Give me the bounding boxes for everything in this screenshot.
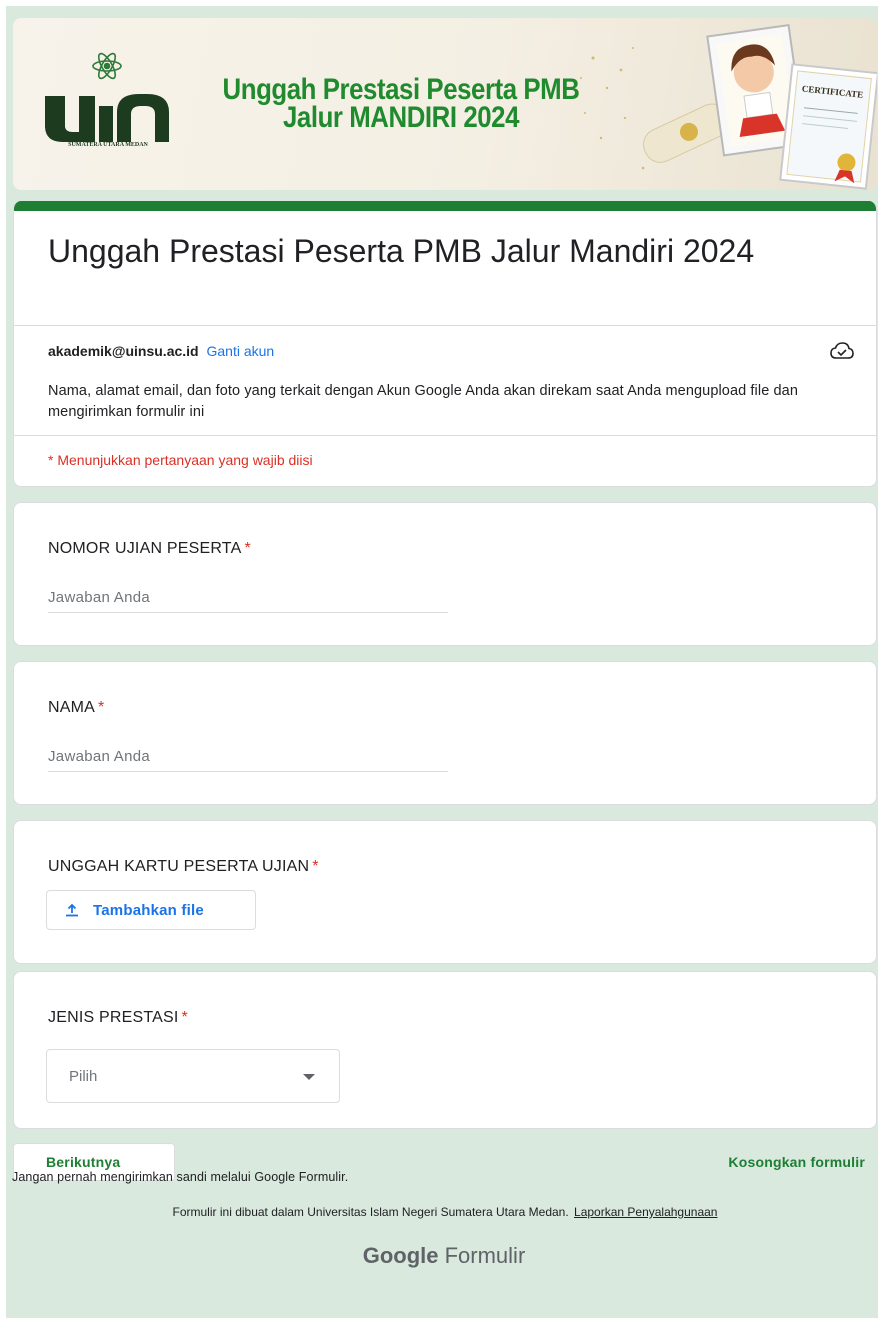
question-label: NOMOR UJIAN PESERTA bbox=[48, 540, 242, 557]
add-file-button[interactable]: Tambahkan file bbox=[46, 890, 256, 930]
brand-google: Google bbox=[362, 1243, 439, 1268]
clear-form-button[interactable]: Kosongkan formulir bbox=[728, 1154, 865, 1170]
question-card-jenis-prestasi: JENIS PRESTASI * Pilih bbox=[13, 971, 877, 1129]
form-title: Unggah Prestasi Peserta PMB Jalur Mandir… bbox=[48, 233, 755, 269]
jenis-prestasi-select[interactable]: Pilih bbox=[46, 1049, 340, 1103]
form-header-card: Unggah Prestasi Peserta PMB Jalur Mandir… bbox=[13, 201, 877, 487]
required-asterisk: * bbox=[98, 699, 105, 716]
divider bbox=[14, 325, 876, 326]
question-title: NOMOR UJIAN PESERTA * bbox=[48, 540, 251, 558]
add-file-label: Tambahkan file bbox=[93, 901, 204, 919]
question-label: JENIS PRESTASI bbox=[48, 1009, 179, 1026]
account-email: akademik@uinsu.ac.id bbox=[48, 343, 199, 359]
certificate-illustration: CERTIFICATE bbox=[580, 24, 877, 190]
report-abuse-link[interactable]: Laporkan Penyalahgunaan bbox=[574, 1205, 717, 1219]
accent-bar bbox=[14, 201, 876, 211]
banner-title-line1: Unggah Prestasi Peserta PMB bbox=[222, 73, 580, 106]
password-warning: Jangan pernah mengirimkan sandi melalui … bbox=[12, 1170, 349, 1184]
made-in-text: Formulir ini dibuat dalam Universitas Is… bbox=[172, 1205, 569, 1219]
divider bbox=[14, 435, 876, 436]
nama-input[interactable]: Jawaban Anda bbox=[48, 748, 448, 772]
question-card-nomor-ujian: NOMOR UJIAN PESERTA * Jawaban Anda bbox=[13, 502, 877, 646]
switch-account-link[interactable]: Ganti akun bbox=[207, 343, 275, 359]
required-asterisk: * bbox=[312, 858, 319, 875]
dropdown-caret-icon bbox=[303, 1074, 315, 1080]
question-card-unggah-kartu: UNGGAH KARTU PESERTA UJIAN * Tambahkan fi… bbox=[13, 820, 877, 964]
google-forms-logo[interactable]: Google Formulir bbox=[0, 1243, 878, 1269]
required-note: * Menunjukkan pertanyaan yang wajib diis… bbox=[48, 452, 313, 468]
select-value: Pilih bbox=[69, 1068, 98, 1085]
header-banner: SUMATERA UTARA MEDAN Unggah Prestasi Pes… bbox=[13, 18, 877, 190]
account-row: akademik@uinsu.ac.id Ganti akun bbox=[48, 343, 274, 359]
footer-made-in: Formulir ini dibuat dalam Universitas Is… bbox=[0, 1205, 878, 1219]
nomor-ujian-input[interactable]: Jawaban Anda bbox=[48, 589, 448, 613]
question-title: NAMA * bbox=[48, 699, 104, 717]
question-title: UNGGAH KARTU PESERTA UJIAN * bbox=[48, 858, 319, 876]
question-label: UNGGAH KARTU PESERTA UJIAN bbox=[48, 858, 310, 875]
required-asterisk: * bbox=[244, 540, 251, 557]
cloud-check-icon bbox=[830, 342, 854, 359]
logo-subtitle: SUMATERA UTARA MEDAN bbox=[68, 142, 148, 148]
brand-forms: Formulir bbox=[444, 1243, 526, 1268]
required-asterisk: * bbox=[181, 1009, 188, 1026]
account-privacy-note: Nama, alamat email, dan foto yang terkai… bbox=[48, 383, 798, 420]
banner-title-line2: Jalur MANDIRI 2024 bbox=[282, 101, 520, 134]
university-logo: SUMATERA UTARA MEDAN bbox=[43, 50, 173, 160]
question-title: JENIS PRESTASI * bbox=[48, 1009, 188, 1027]
banner-title: Unggah Prestasi Peserta PMB Jalur MANDIR… bbox=[191, 73, 611, 134]
upload-icon bbox=[66, 903, 78, 917]
question-label: NAMA bbox=[48, 699, 96, 716]
question-card-nama: NAMA * Jawaban Anda bbox=[13, 661, 877, 805]
